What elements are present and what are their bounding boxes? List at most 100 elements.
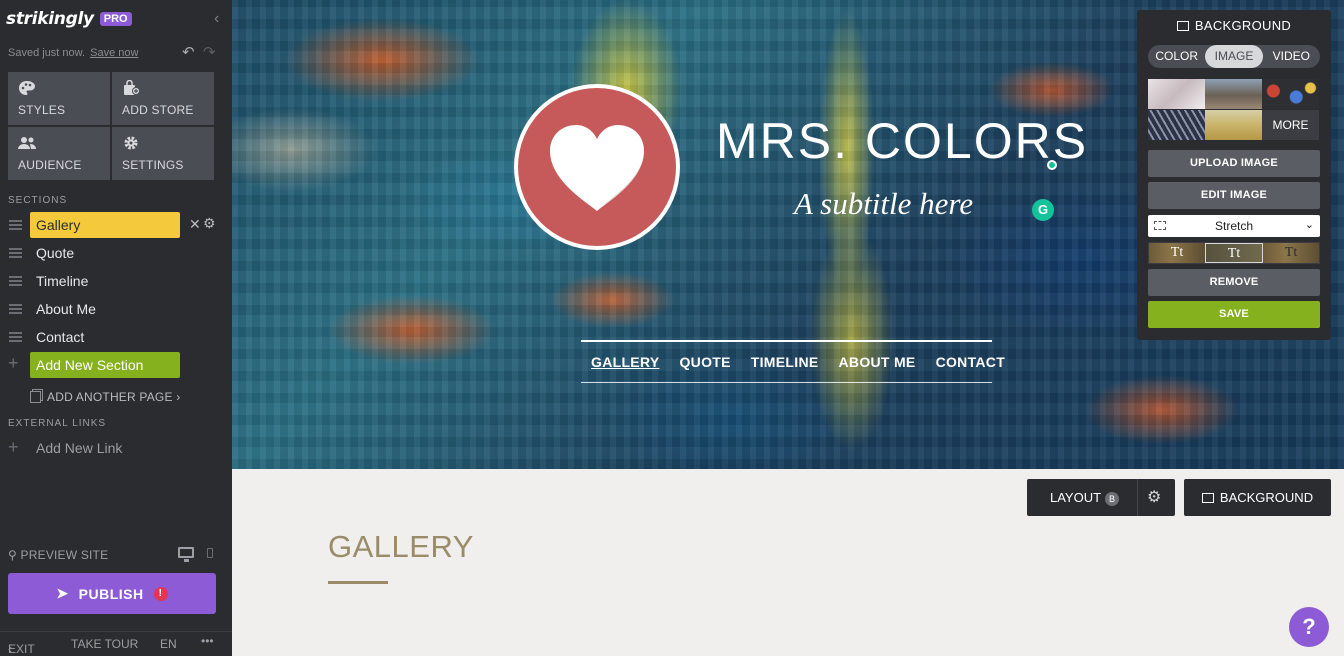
layout-label: LAYOUT	[1050, 490, 1102, 505]
text-cursor-handle[interactable]	[1047, 160, 1057, 170]
image-fit-select[interactable]: Stretch ⌄	[1148, 215, 1320, 237]
styles-label: STYLES	[18, 103, 66, 117]
panel-title: BACKGROUND	[1137, 18, 1331, 33]
site-subtitle[interactable]: A subtitle here	[794, 186, 973, 222]
tab-color[interactable]: COLOR	[1148, 45, 1205, 68]
pro-badge: PRO	[99, 12, 132, 26]
undo-icon[interactable]: ↶	[182, 43, 195, 61]
add-another-page-link[interactable]: ADD ANOTHER PAGE ›	[30, 390, 180, 404]
drag-handle-icon[interactable]	[9, 332, 22, 342]
publish-label: PUBLISH	[78, 585, 144, 602]
section-item-about-me[interactable]: About Me	[0, 296, 232, 322]
styles-button[interactable]: STYLES	[8, 72, 110, 125]
collapse-sidebar-icon[interactable]: ‹	[214, 10, 219, 28]
section-item-timeline[interactable]: Timeline	[0, 268, 232, 294]
audience-label: AUDIENCE	[18, 158, 82, 172]
delete-section-icon[interactable]: ✕	[189, 216, 201, 233]
save-now-link[interactable]: Save now	[90, 47, 138, 59]
page-icon	[30, 391, 41, 403]
store-icon	[124, 80, 140, 95]
background-button[interactable]: BACKGROUND	[1184, 479, 1331, 516]
background-label: BACKGROUND	[1219, 490, 1314, 505]
drag-handle-icon[interactable]	[9, 304, 22, 314]
text-style-overlay[interactable]: Tt	[1205, 243, 1263, 263]
add-section-label: Add New Section	[36, 357, 144, 373]
take-tour-link[interactable]: TAKE TOUR	[71, 637, 138, 651]
add-page-label: ADD ANOTHER PAGE ›	[47, 390, 181, 404]
plus-icon: +	[8, 353, 19, 373]
section-label: Gallery	[36, 217, 81, 233]
section-settings-gear-icon[interactable]: ⚙	[1147, 487, 1161, 507]
bg-thumbnail[interactable]	[1205, 79, 1262, 109]
background-type-tabs: COLOR IMAGE VIDEO	[1148, 45, 1320, 68]
nav-link-timeline[interactable]: TIMELINE	[751, 354, 819, 370]
section-label: About Me	[36, 301, 96, 317]
more-options-icon[interactable]: •••	[201, 634, 214, 648]
nav-link-quote[interactable]: QUOTE	[679, 354, 730, 370]
section-item-quote[interactable]: Quote	[0, 240, 232, 266]
section-item-gallery[interactable]: Gallery ✕ ⚙	[0, 212, 232, 238]
image-icon	[1201, 493, 1214, 503]
alert-icon: !	[153, 586, 168, 601]
nav-link-gallery[interactable]: GALLERY	[591, 354, 659, 370]
site-title[interactable]: MRS. COLORS	[716, 112, 1088, 170]
bg-thumbnail[interactable]	[1205, 110, 1262, 140]
bg-thumbnail[interactable]	[1262, 79, 1319, 109]
plus-icon: +	[8, 437, 19, 457]
search-icon: ⚲	[8, 548, 17, 562]
gallery-heading[interactable]: GALLERY	[328, 529, 474, 565]
publish-button[interactable]: ➤ PUBLISH !	[8, 573, 216, 614]
audience-button[interactable]: AUDIENCE	[8, 127, 110, 180]
settings-button[interactable]: SETTINGS	[112, 127, 214, 180]
gear-icon	[124, 136, 138, 150]
help-button[interactable]: ?	[1289, 607, 1329, 647]
people-icon	[18, 137, 36, 149]
add-store-label: ADD STORE	[122, 103, 194, 117]
text-style-dark[interactable]: Tt	[1263, 243, 1319, 263]
drag-handle-icon[interactable]	[9, 276, 22, 286]
language-selector[interactable]: EN	[160, 637, 177, 651]
remove-button[interactable]: REMOVE	[1148, 269, 1320, 296]
external-links-heading: EXTERNAL LINKS	[8, 418, 107, 429]
grammarly-icon[interactable]: G	[1032, 199, 1054, 221]
text-style-light[interactable]: Tt	[1149, 243, 1205, 263]
background-panel: BACKGROUND COLOR IMAGE VIDEO MORE UPLOAD…	[1137, 10, 1331, 340]
text-style-options: Tt Tt Tt	[1148, 242, 1320, 264]
bg-thumbnail[interactable]	[1148, 79, 1205, 109]
section-item-contact[interactable]: Contact	[0, 324, 232, 350]
palette-icon	[19, 81, 35, 95]
drag-handle-icon[interactable]	[9, 220, 22, 230]
section-label: Timeline	[36, 273, 89, 289]
add-new-section-button[interactable]: + Add New Section	[0, 352, 232, 378]
image-icon	[1176, 21, 1189, 31]
image-gallery: MORE	[1148, 79, 1319, 140]
save-button[interactable]: SAVE	[1148, 301, 1320, 328]
settings-label: SETTINGS	[122, 158, 184, 172]
chevron-down-icon: ⌄	[1304, 219, 1314, 231]
section-settings-icon[interactable]: ⚙	[203, 215, 216, 232]
brand: strikingly PRO	[6, 8, 132, 30]
nav-divider	[581, 382, 992, 383]
edit-image-button[interactable]: EDIT IMAGE	[1148, 182, 1320, 209]
tab-image[interactable]: IMAGE	[1205, 45, 1263, 68]
preview-site-link[interactable]: ⚲ PREVIEW SITE	[8, 548, 108, 562]
redo-icon[interactable]: ↷	[203, 43, 216, 61]
add-store-button[interactable]: ADD STORE	[112, 72, 214, 125]
layout-badge: B	[1105, 492, 1120, 506]
heading-underline	[328, 581, 388, 584]
add-new-link[interactable]: Add New Link	[36, 440, 122, 456]
site-navigation: GALLERY QUOTE TIMELINE ABOUT ME CONTACT	[591, 354, 1005, 370]
logo[interactable]: strikingly	[6, 9, 94, 29]
nav-link-about-me[interactable]: ABOUT ME	[839, 354, 916, 370]
upload-image-button[interactable]: UPLOAD IMAGE	[1148, 150, 1320, 177]
nav-link-contact[interactable]: CONTACT	[936, 354, 1006, 370]
heart-icon	[550, 125, 644, 211]
bg-thumbnail[interactable]	[1148, 110, 1205, 140]
more-images-button[interactable]: MORE	[1262, 110, 1319, 140]
mobile-view-icon[interactable]	[207, 548, 213, 558]
desktop-view-icon[interactable]	[178, 547, 194, 562]
drag-handle-icon[interactable]	[9, 248, 22, 258]
tab-video[interactable]: VIDEO	[1263, 45, 1320, 68]
layout-button[interactable]: LAYOUT B ⚙	[1027, 479, 1175, 516]
site-logo[interactable]	[514, 84, 680, 250]
